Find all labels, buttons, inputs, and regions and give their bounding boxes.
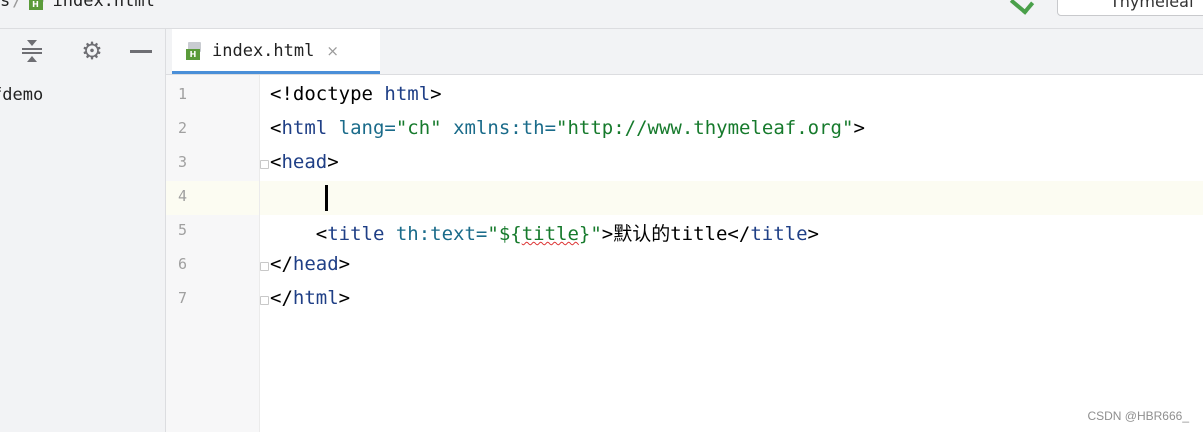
text-caret [325, 185, 328, 211]
tab-index-html[interactable]: H index.html × [172, 29, 380, 74]
code-line-current[interactable] [260, 181, 1203, 215]
line-number: 4 [166, 181, 259, 215]
active-tab-indicator [172, 71, 380, 74]
code-editor[interactable]: <!doctype html> <html lang="ch" xmlns:th… [260, 75, 1203, 432]
fold-marker-icon[interactable] [260, 262, 269, 271]
code-line[interactable]: </html> [260, 283, 1203, 317]
code-line[interactable]: <head> [260, 147, 1203, 181]
run-config-selector[interactable]: Thymeleaf [1057, 0, 1203, 16]
line-number: 7 [178, 289, 188, 307]
project-panel: ⚙ fdemo [0, 29, 166, 432]
fold-marker-icon[interactable] [260, 296, 269, 305]
line-number: 6 [178, 255, 188, 273]
editor-tab-bar: H index.html × [166, 29, 1203, 75]
fold-marker-icon[interactable] [260, 160, 269, 169]
breadcrumb-separator: / [12, 0, 23, 11]
html-file-badge: H [186, 49, 200, 60]
line-number: 3 [178, 153, 188, 171]
breadcrumb-file[interactable]: index.html [53, 0, 155, 11]
gear-icon[interactable]: ⚙ [80, 39, 104, 63]
line-number: 5 [178, 221, 188, 239]
project-tree-item[interactable]: fdemo [0, 85, 43, 105]
collapse-all-icon[interactable] [20, 39, 44, 63]
line-number: 2 [178, 119, 188, 137]
line-number: 1 [178, 85, 188, 103]
line-number-gutter: 1 2 3 4 5 6 7 [166, 75, 260, 432]
html-file-icon: H [186, 42, 204, 60]
tab-title: index.html [212, 41, 315, 61]
code-line[interactable]: </head> [260, 249, 1203, 283]
code-line[interactable]: <html lang="ch" xmlns:th="http://www.thy… [260, 113, 1203, 147]
minimize-icon[interactable] [128, 39, 152, 63]
breadcrumb: s / H index.html [0, 0, 155, 12]
watermark: CSDN @HBR666_ [1087, 409, 1189, 423]
build-check-icon[interactable] [1009, 0, 1035, 15]
breadcrumb-bar: s / H index.html Thymeleaf [0, 0, 1203, 29]
code-line[interactable]: <!doctype html> [260, 79, 1203, 113]
html-file-icon: H [28, 0, 47, 10]
project-panel-toolbar: ⚙ [0, 29, 165, 74]
close-icon[interactable]: × [326, 42, 339, 60]
code-line[interactable]: <title th:text="${title}">默认的title</titl… [260, 215, 1203, 249]
html-file-badge: H [28, 0, 43, 10]
breadcrumb-prev[interactable]: s [0, 0, 10, 11]
